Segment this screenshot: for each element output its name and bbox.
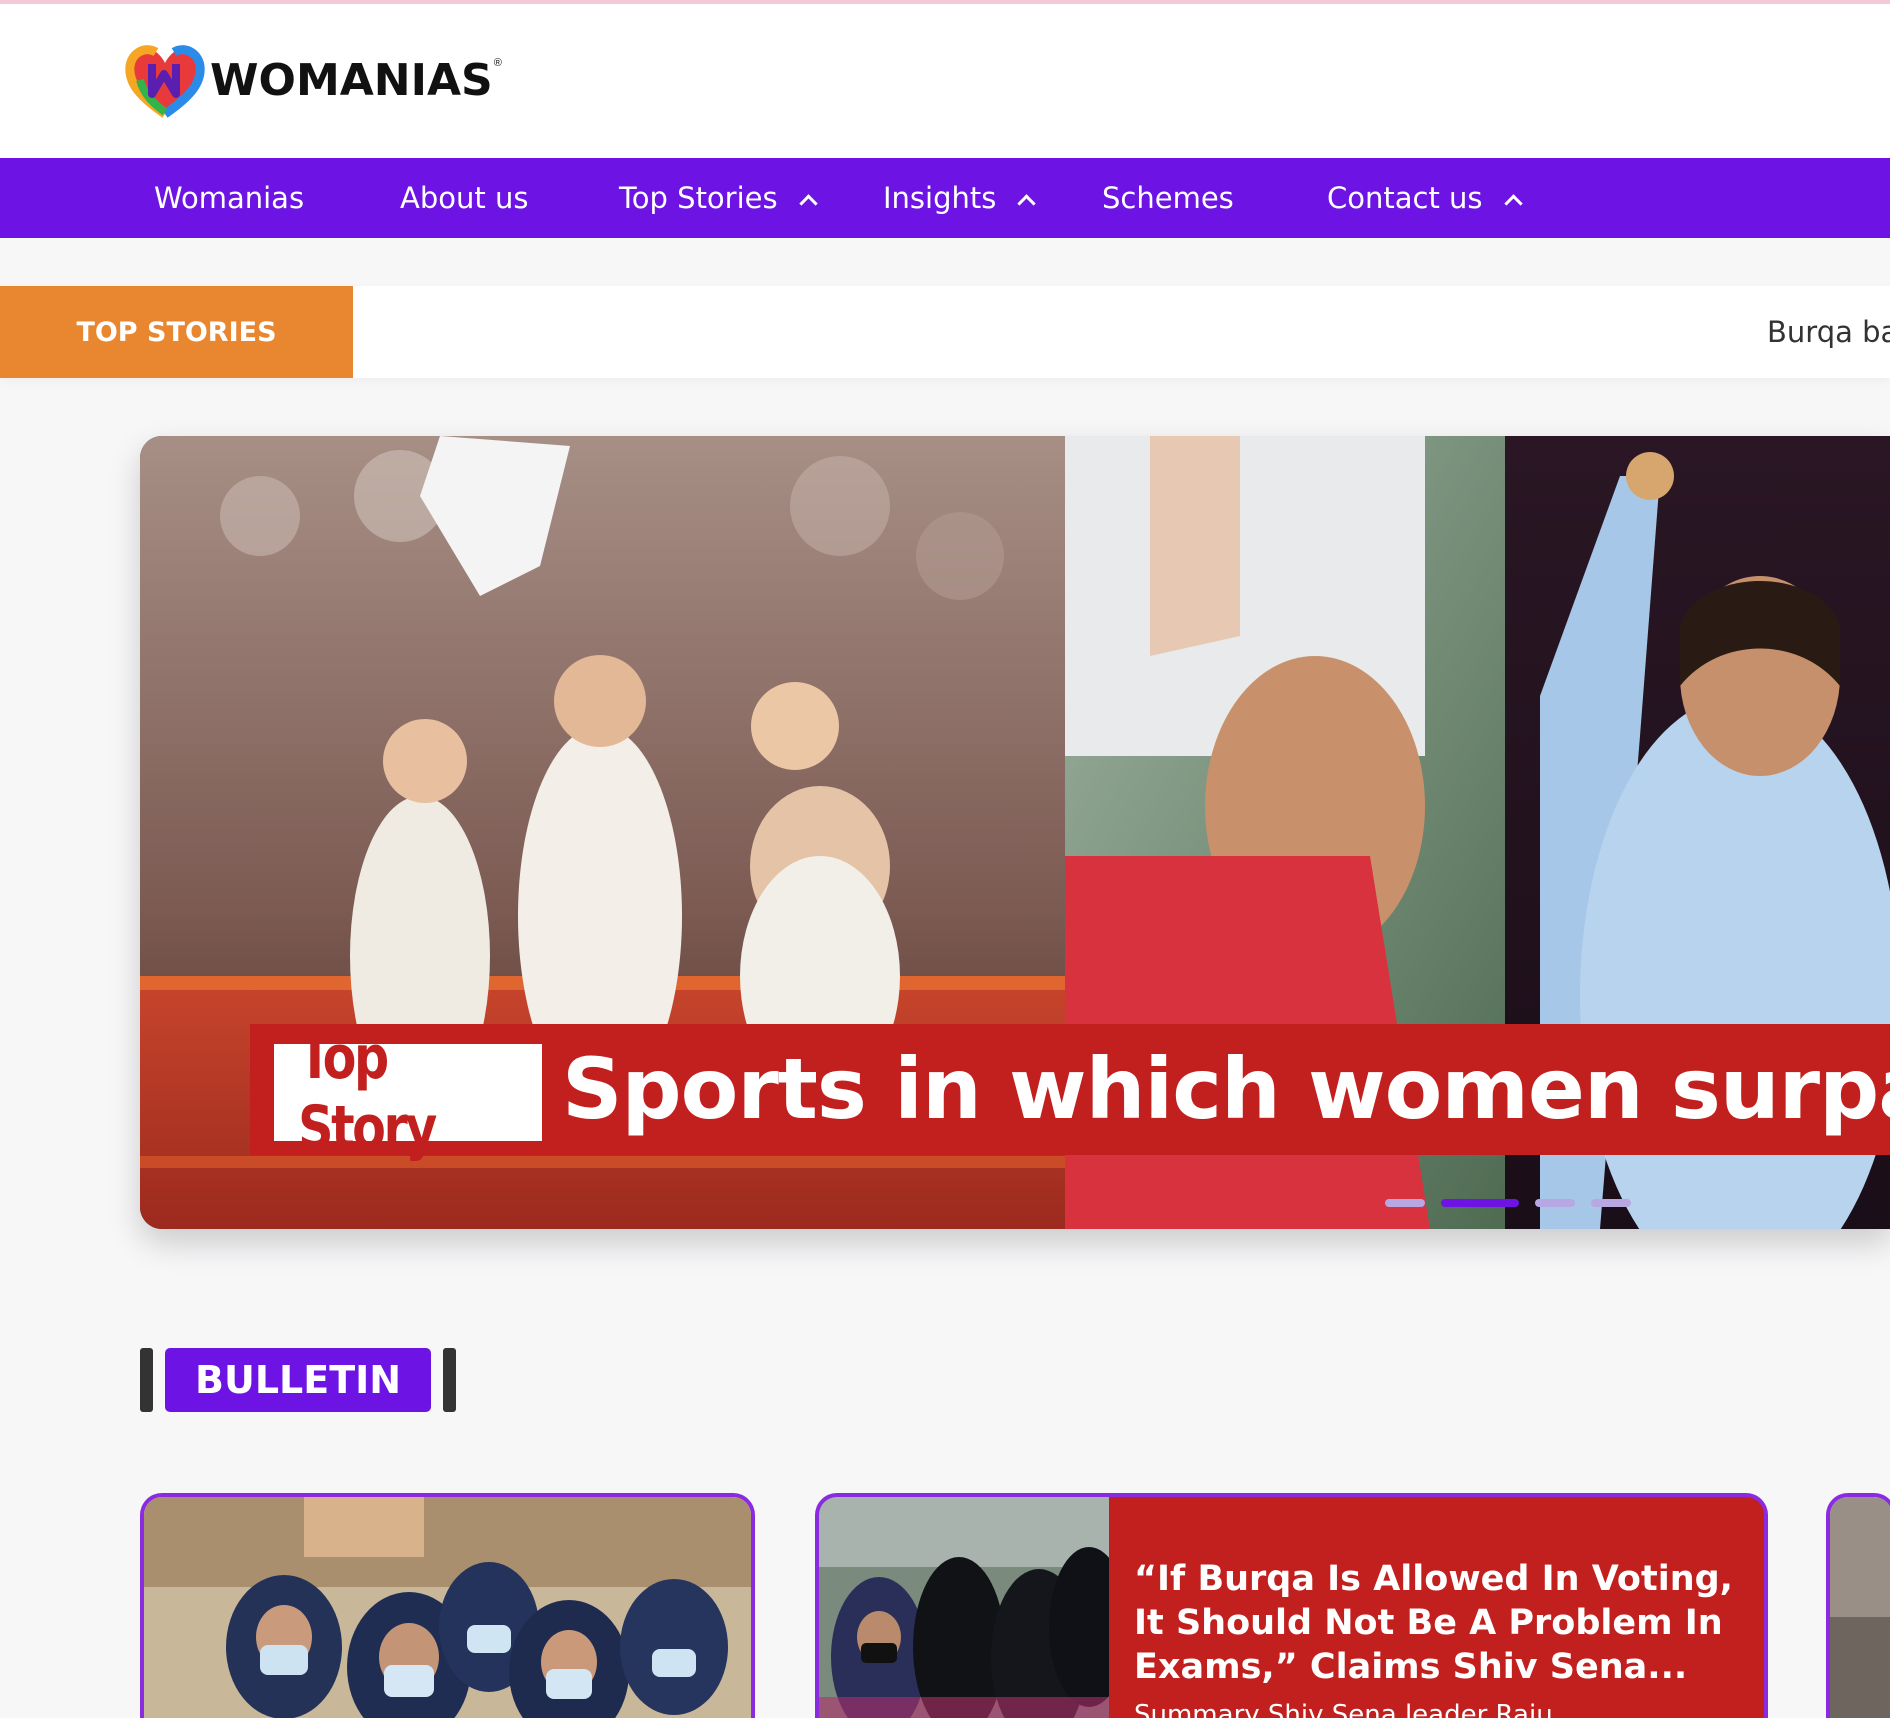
site-logo[interactable]: WOMANIAS ® [124, 40, 502, 122]
nav-item-label: Contact us [1327, 181, 1483, 215]
bulletin-label: BULLETIN [165, 1348, 432, 1412]
nav-item-insights[interactable]: Insights [883, 158, 1037, 238]
top-story-badge-label: Top Story [298, 1022, 437, 1163]
nav-item-label: About us [400, 181, 529, 215]
top-story-badge: Top Story [274, 1023, 542, 1163]
card-image [819, 1497, 1109, 1718]
hero-slider[interactable]: Top Story Sports in which women surpas [140, 436, 1890, 1229]
nav-item-label: Insights [883, 181, 997, 215]
heart-logo-icon [125, 45, 205, 118]
slider-dot[interactable] [1535, 1199, 1575, 1207]
bulletin-section-heading: BULLETIN [140, 1348, 457, 1412]
nav-item-label: Top Stories [619, 181, 778, 215]
nav-item-top-stories[interactable]: Top Stories [619, 158, 818, 238]
heading-right-bar [443, 1348, 457, 1412]
news-ticker: TOP STORIES Burqa ba [0, 286, 1890, 378]
main-navigation: Womanias About us Top Stories Insights S… [0, 158, 1890, 238]
nav-item-contact-us[interactable]: Contact us [1327, 158, 1523, 238]
site-header: WOMANIAS ® [0, 4, 1890, 158]
chevron-up-icon[interactable] [798, 193, 818, 213]
bulletin-card[interactable] [140, 1493, 755, 1718]
heading-left-bar [140, 1348, 153, 1412]
nav-item-label: Womanias [154, 181, 305, 215]
bulletin-card-partial[interactable] [1826, 1493, 1890, 1718]
ticker-headline[interactable]: Burqa ba [1767, 286, 1890, 378]
card-image [1830, 1497, 1890, 1718]
chevron-up-icon[interactable] [1017, 193, 1037, 213]
hero-headline: Sports in which women surpas [562, 1040, 1890, 1138]
chevron-up-icon[interactable] [1503, 193, 1523, 213]
card-image [144, 1497, 751, 1718]
top-story-banner[interactable]: Top Story Sports in which women surpas [250, 1023, 1890, 1163]
slider-pagination [1385, 1199, 1631, 1207]
slider-dot[interactable] [1385, 1199, 1425, 1207]
slider-dot-active[interactable] [1441, 1199, 1519, 1207]
nav-item-about-us[interactable]: About us [400, 158, 528, 238]
nav-item-label: Schemes [1102, 181, 1234, 215]
bulletin-card-title[interactable]: “If Burqa Is Allowed In Voting, It Shoul… [1134, 1557, 1734, 1689]
bulletin-card-featured[interactable]: “If Burqa Is Allowed In Voting, It Shoul… [815, 1493, 1768, 1718]
nav-item-womanias[interactable]: Womanias [154, 158, 304, 238]
ticker-label: TOP STORIES [0, 286, 353, 378]
nav-item-schemes[interactable]: Schemes [1102, 158, 1234, 238]
logo-wordmark: WOMANIAS [210, 54, 493, 106]
bulletin-card-summary: Summary Shiv Sena leader Raju [1134, 1700, 1553, 1718]
logo-registered-mark: ® [493, 57, 502, 69]
slider-dot[interactable] [1591, 1199, 1631, 1207]
